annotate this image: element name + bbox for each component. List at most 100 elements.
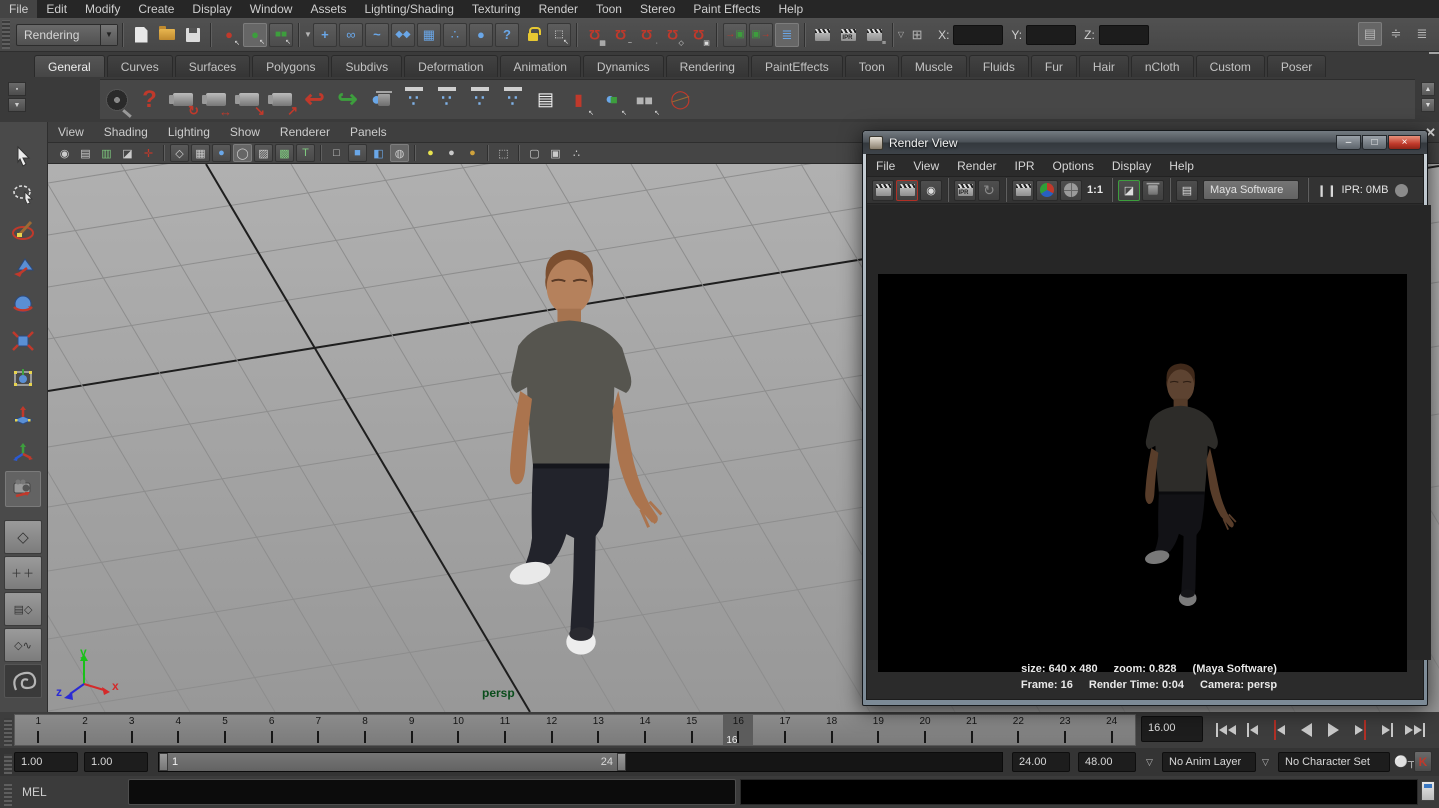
rv-pause-ipr-icon[interactable]: ❙❙ [1317,184,1337,197]
x-coord-input[interactable] [953,25,1003,45]
rv-stop-render-icon[interactable] [1395,184,1408,197]
smooth-shade-icon[interactable]: ■ [348,144,367,162]
set-key-icon[interactable]: ⚪┬ [1394,755,1416,768]
output-connections-icon[interactable]: ▣→ [749,23,773,47]
select-hierarchy-icon[interactable]: ●↖ [217,23,241,47]
shelf-cluster-group-icon[interactable] [430,83,463,117]
shelf-ik-handle-icon[interactable] [496,83,529,117]
shelf-tab-custom[interactable]: Custom [1196,55,1265,77]
shelf-tab-curves[interactable]: Curves [107,55,173,77]
rotate-tool[interactable] [5,286,41,322]
safe-action-icon[interactable]: ▩ [275,144,294,162]
rv-render-icon[interactable] [872,180,894,201]
rv-keep-image-icon[interactable]: ◪ [1118,180,1140,201]
field-chart-icon[interactable]: ▨ [254,144,273,162]
command-language-label[interactable]: MEL [22,785,47,799]
rv-menu-view[interactable]: View [904,159,948,173]
anim-layer-dropdown-icon[interactable]: ▽ [1146,757,1153,768]
menu-texturing[interactable]: Texturing [463,0,530,18]
shelf-tab-fluids[interactable]: Fluids [969,55,1029,77]
panel-menu-show[interactable]: Show [220,125,270,139]
default-lighting-icon[interactable]: ● [421,144,440,162]
ipr-render-icon[interactable]: IPR [837,23,861,47]
timeline-frame-number[interactable]: 23 [1059,716,1070,727]
timeline-frame-number[interactable]: 8 [362,716,368,727]
new-scene-icon[interactable] [129,23,153,47]
rv-one-to-one-icon[interactable]: 1:1 [1084,180,1106,201]
absolute-transform-icon[interactable]: ⊞ [905,23,929,47]
render-view-titlebar[interactable]: Render View – □ × [863,131,1427,154]
menu-toon[interactable]: Toon [587,0,631,18]
rv-rgb-channels-icon[interactable] [1036,180,1058,201]
rv-alpha-channel-icon[interactable] [1060,180,1082,201]
timeline-frame-number[interactable]: 6 [269,716,275,727]
rv-menu-help[interactable]: Help [1160,159,1203,173]
menu-window[interactable]: Window [241,0,302,18]
go-to-end-button[interactable] [1401,715,1428,745]
grid-toggle-icon[interactable]: ◇ [170,144,189,162]
render-current-frame-icon[interactable] [811,23,835,47]
show-manipulator-tool[interactable] [5,434,41,470]
timeline-grip[interactable] [4,718,12,746]
timeline-frame-number[interactable]: 5 [222,716,228,727]
hypershade-dragon-icon[interactable] [4,664,42,698]
mask-dropdown-icon[interactable]: ▼ [304,30,312,39]
playback-start-field[interactable]: 1.00 [84,752,148,772]
snap-plane-icon[interactable]: Ω◇ [661,23,685,47]
rv-menu-file[interactable]: File [867,159,904,173]
no-lighting-icon[interactable]: ● [442,144,461,162]
timeline-frame-number[interactable]: 12 [546,716,557,727]
timeline-frame-number[interactable]: 20 [919,716,930,727]
menu-lighting-shading[interactable]: Lighting/Shading [355,0,462,18]
menu-set-dropdown-icon[interactable]: ▼ [100,25,117,45]
snap-point-icon[interactable]: Ω· [635,23,659,47]
range-slider-trough[interactable]: 1 24 [158,752,1003,772]
menu-modify[interactable]: Modify [76,0,129,18]
rv-menu-display[interactable]: Display [1103,159,1160,173]
shelf-poly-cubes-icon[interactable]: ■■↖ [628,83,661,117]
toolbar-grip[interactable] [2,20,10,49]
rv-render-settings-icon[interactable]: ▤ [1176,180,1198,201]
character-set-dropdown-icon[interactable]: ▽ [1262,757,1269,768]
shelf-item-menu-icon[interactable]: ▪ [8,82,26,96]
anim-layer-field[interactable]: No Anim Layer [1162,752,1256,772]
rv-menu-render[interactable]: Render [948,159,1005,173]
timeline-frame-number[interactable]: 9 [409,716,415,727]
mask-dynamics-icon[interactable]: ∴ [443,23,467,47]
render-settings-icon[interactable]: ≡ [863,23,887,47]
paint-selection-tool[interactable] [5,212,41,248]
layout-persp-graph-button[interactable]: ◇∿ [4,628,42,662]
timeline-ruler[interactable]: 16 1234567891011121314151617181920212223… [14,714,1136,746]
panel-menu-view[interactable]: View [48,125,94,139]
animation-end-field[interactable]: 48.00 [1078,752,1136,772]
wireframe-display-icon[interactable]: □ [327,144,346,162]
mel-command-input[interactable] [128,779,736,805]
timeline-frame-number[interactable]: 14 [639,716,650,727]
move-tool[interactable] [5,249,41,285]
shelf-scroll-up-icon[interactable]: ▲ [1421,82,1435,96]
playback-end-field[interactable]: 24.00 [1012,752,1070,772]
mask-handles-icon[interactable]: + [313,23,337,47]
panel-menu-renderer[interactable]: Renderer [270,125,340,139]
panel-menu-shading[interactable]: Shading [94,125,158,139]
lock-selection-icon[interactable] [521,23,545,47]
timeline-frame-number[interactable]: 17 [779,716,790,727]
textured-display-icon[interactable]: ◍ [390,144,409,162]
y-coord-input[interactable] [1026,25,1076,45]
select-component-icon[interactable]: ■■↖ [269,23,293,47]
minimize-button[interactable]: – [1336,135,1361,150]
mask-joints-icon[interactable]: ∞ [339,23,363,47]
layout-four-pane-button[interactable]: ＋＋ [4,556,42,590]
timeline-frame-number[interactable]: 2 [82,716,88,727]
mask-rendering-icon[interactable]: ● [469,23,493,47]
select-camera-icon[interactable]: ◉ [55,144,74,162]
timeline-frame-number[interactable]: 24 [1106,716,1117,727]
menu-stereo[interactable]: Stereo [631,0,684,18]
rv-refresh-ipr-icon[interactable]: ↻ [978,180,1000,201]
timeline-frame-number[interactable]: 16 [733,716,744,727]
shelf-help-icon[interactable]: ? [133,83,166,117]
isolate-select-icon[interactable]: ⬚ [494,144,513,162]
shelf-tab-subdivs[interactable]: Subdivs [331,55,402,77]
all-lights-icon[interactable]: ● [463,144,482,162]
select-object-icon[interactable]: ●↖ [243,23,267,47]
